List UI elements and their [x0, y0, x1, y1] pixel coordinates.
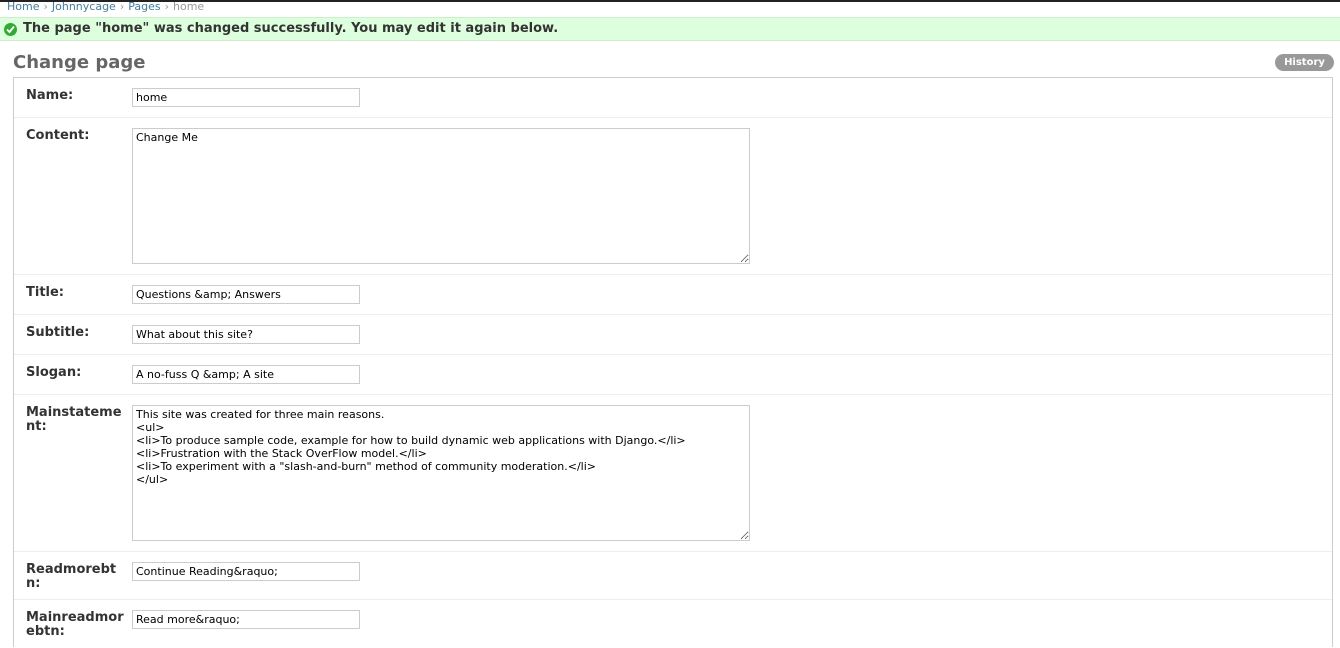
success-check-icon	[4, 23, 17, 36]
slogan-label: Slogan:	[26, 365, 82, 380]
history-button[interactable]: History	[1275, 54, 1334, 71]
subtitle-input[interactable]	[132, 325, 360, 344]
readmorebtn-input[interactable]	[132, 562, 360, 581]
breadcrumb-current: home	[173, 0, 205, 13]
form-row-content: Content: Change Me	[14, 118, 1332, 275]
success-message-text: The page "home" was changed successfully…	[23, 21, 559, 36]
readmorebtn-label: Readmorebtn:	[26, 562, 117, 591]
form-row-title: Title:	[14, 275, 1332, 315]
title-label: Title:	[26, 285, 65, 300]
form-row-subtitle: Subtitle:	[14, 315, 1332, 355]
slogan-input[interactable]	[132, 365, 360, 384]
subtitle-label: Subtitle:	[26, 325, 90, 340]
breadcrumb-separator: ›	[119, 0, 125, 13]
mainstatement-label: Mainstatement:	[26, 405, 122, 434]
form-row-mainstatement: Mainstatement: This site was created for…	[14, 395, 1332, 552]
title-input[interactable]	[132, 285, 360, 304]
mainreadmorebtn-input[interactable]	[132, 610, 360, 629]
content-textarea[interactable]: Change Me	[132, 128, 750, 264]
form-row-readmorebtn: Readmorebtn:	[14, 552, 1332, 600]
breadcrumb-home-link[interactable]: Home	[7, 0, 39, 13]
success-message: The page "home" was changed successfully…	[0, 17, 1340, 41]
breadcrumb-model-link[interactable]: Pages	[128, 0, 160, 13]
breadcrumb-app-link[interactable]: Johnnycage	[52, 0, 116, 13]
form-row-mainreadmorebtn: Mainreadmorebtn:	[14, 600, 1332, 648]
name-input[interactable]	[132, 88, 360, 107]
breadcrumb-separator: ›	[164, 0, 170, 13]
breadcrumb-separator: ›	[43, 0, 48, 13]
breadcrumb: Home › Johnnycage › Pages › home	[7, 0, 204, 14]
change-form: Name: Content: Change Me Title: Subtitle…	[13, 77, 1333, 647]
page-title: Change page	[13, 52, 146, 73]
mainstatement-textarea[interactable]: This site was created for three main rea…	[132, 405, 750, 541]
form-row-name: Name:	[14, 78, 1332, 118]
name-label: Name:	[26, 88, 74, 103]
content-label: Content:	[26, 128, 90, 143]
form-row-slogan: Slogan:	[14, 355, 1332, 395]
mainreadmorebtn-label: Mainreadmorebtn:	[26, 610, 124, 639]
